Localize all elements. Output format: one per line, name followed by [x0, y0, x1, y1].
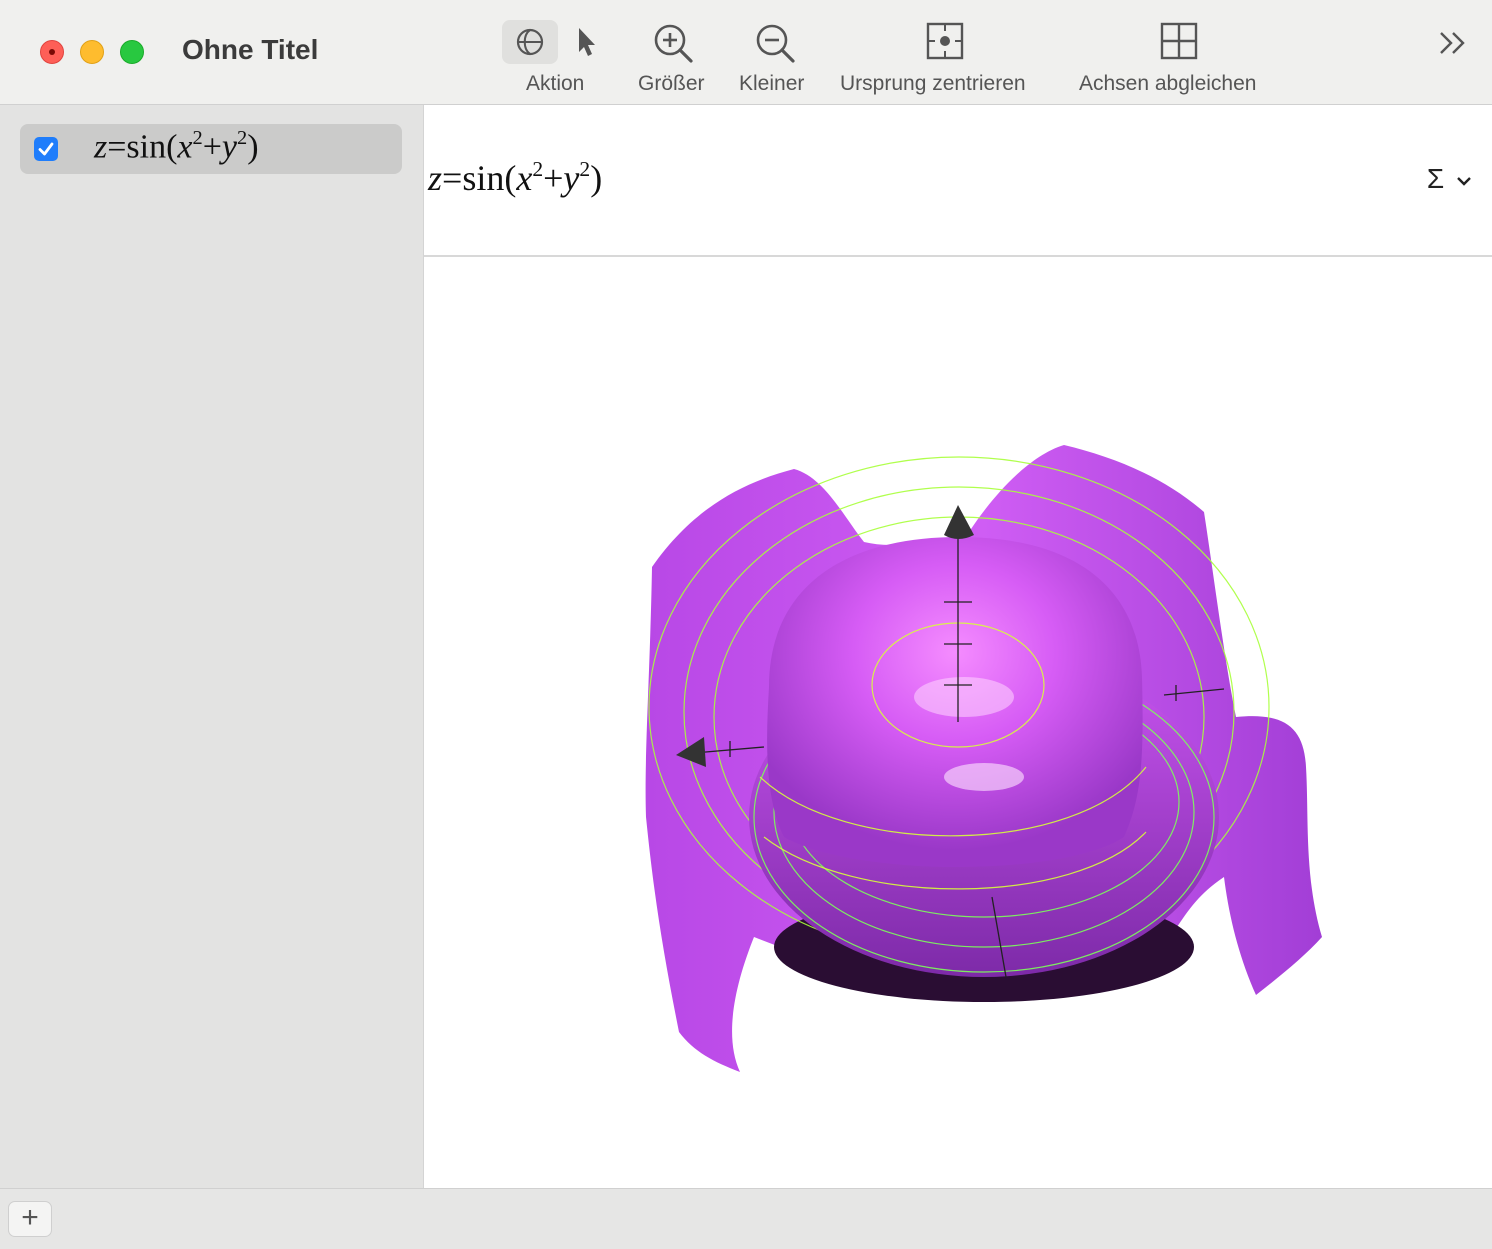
equation-list-item[interactable]: z=sin(x2+y2) [20, 124, 402, 174]
zoom-out-icon[interactable] [754, 22, 796, 64]
grapher-window: Ohne Titel Aktion Größer Kleiner Ursprun… [0, 0, 1492, 1249]
close-window-button[interactable] [40, 40, 64, 64]
formula-var-x: x [516, 158, 533, 198]
sidebar-equation-formula: z=sin(x2+y2) [94, 126, 259, 166]
formula-exp-1: 2 [192, 126, 203, 149]
surface-plot-3d[interactable] [424, 257, 1492, 1188]
equation-templates-menu[interactable]: Σ [1427, 163, 1472, 195]
center-origin-label: Ursprung zentrieren [840, 72, 1026, 95]
equation-visible-checkbox[interactable] [34, 137, 58, 161]
formula-var-z: z [94, 128, 108, 166]
zoom-in-label: Größer [638, 72, 705, 95]
dome-highlight [914, 677, 1014, 717]
minimize-window-button[interactable] [80, 40, 104, 64]
z-axis-arrow-icon [944, 505, 974, 539]
formula-eq-sin: =sin( [442, 158, 517, 198]
equation-sidebar: z=sin(x2+y2) [0, 105, 424, 1188]
plus-icon: + [21, 1201, 39, 1234]
formula-var-y: y [563, 158, 580, 198]
formula-plus: + [202, 128, 222, 166]
formula-var-z: z [428, 158, 443, 198]
checkmark-icon [38, 142, 54, 156]
add-equation-button[interactable]: + [8, 1201, 52, 1237]
equation-editor[interactable]: z=sin(x2+y2) Σ [424, 105, 1492, 257]
double-chevron-right-icon[interactable] [1438, 30, 1468, 56]
toolbar: Ohne Titel Aktion Größer Kleiner Ursprun… [0, 0, 1492, 105]
sigma-icon: Σ [1426, 163, 1445, 194]
formula-exp-1: 2 [532, 156, 544, 181]
dome-highlight-lower [944, 763, 1024, 791]
window-title: Ohne Titel [182, 34, 319, 65]
bottom-bar: + [0, 1188, 1492, 1249]
graph-canvas[interactable] [424, 257, 1492, 1188]
chevron-down-icon [1457, 176, 1471, 186]
formula-var-y: y [221, 128, 237, 166]
action-label: Aktion [526, 72, 585, 95]
formula-exp-2: 2 [237, 126, 248, 149]
zoom-in-icon[interactable] [652, 22, 694, 64]
pointer-arrow-icon[interactable] [574, 26, 600, 58]
equalize-axes-label: Achsen abgleichen [1079, 72, 1257, 95]
zoom-out-label: Kleiner [739, 72, 805, 95]
rotate-globe-icon [516, 28, 544, 56]
formula-exp-2: 2 [579, 156, 591, 181]
formula-plus: + [543, 158, 564, 198]
formula-eq-sin: =sin( [107, 128, 178, 166]
zoom-window-button[interactable] [120, 40, 144, 64]
center-origin-icon[interactable] [926, 22, 964, 60]
equalize-axes-icon[interactable] [1160, 22, 1198, 60]
formula-close-paren: ) [590, 158, 603, 198]
formula-close-paren: ) [247, 128, 259, 166]
editor-equation-formula[interactable]: z=sin(x2+y2) [428, 157, 602, 199]
formula-var-x: x [177, 128, 193, 166]
